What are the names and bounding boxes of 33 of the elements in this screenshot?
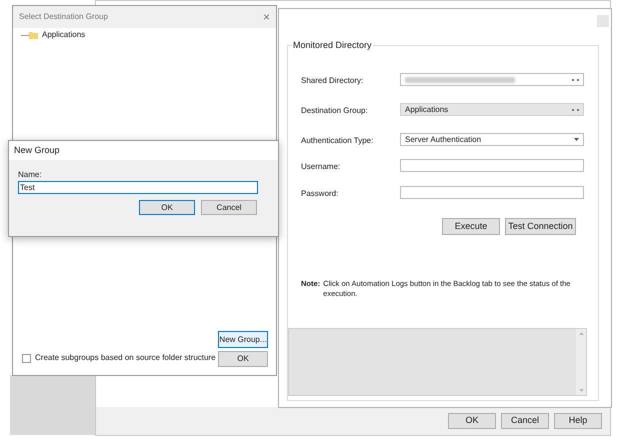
name-input[interactable]: Test <box>18 181 258 194</box>
checkbox-label: Create subgroups based on source folder structure <box>35 352 216 364</box>
action-button[interactable]: Execute <box>442 218 500 235</box>
field-label: Authentication Type: <box>301 135 374 147</box>
close-button[interactable]: × <box>262 11 270 23</box>
dialog-title: New Group <box>14 144 60 157</box>
field-label: Shared Directory: <box>301 75 364 87</box>
dialog-button[interactable]: Help <box>554 413 602 429</box>
dialog-button[interactable]: OK <box>139 200 195 215</box>
scroll-down-icon <box>578 389 584 392</box>
scroll-up-icon <box>578 332 584 335</box>
window-title: Select Destination Group <box>19 11 108 23</box>
ok-button[interactable]: OK <box>218 351 268 367</box>
dialog-button[interactable]: Cancel <box>201 200 257 215</box>
tree-item[interactable]: Applications <box>41 29 86 41</box>
input-field[interactable] <box>400 186 584 199</box>
dropdown-arrow-icon <box>574 138 579 141</box>
input-field[interactable] <box>400 159 584 172</box>
field-label: Destination Group: <box>301 105 368 117</box>
dialog-button[interactable]: Cancel <box>501 413 549 429</box>
scrollbar[interactable] <box>576 329 586 395</box>
field-label: Password: <box>301 188 338 200</box>
dialog-button[interactable]: OK <box>448 413 496 429</box>
group-title: Monitored Directory <box>292 39 373 52</box>
checkbox[interactable] <box>22 354 31 362</box>
new-group-button[interactable]: New Group... <box>218 331 268 348</box>
folder-icon <box>29 31 38 39</box>
field-label: Username: <box>301 161 340 173</box>
panel-close-button[interactable] <box>597 15 609 27</box>
browse-field[interactable] <box>400 73 584 86</box>
name-label: Name: <box>18 169 42 181</box>
action-button[interactable]: Test Connection <box>505 218 576 235</box>
dropdown[interactable]: Server Authentication <box>400 133 584 146</box>
